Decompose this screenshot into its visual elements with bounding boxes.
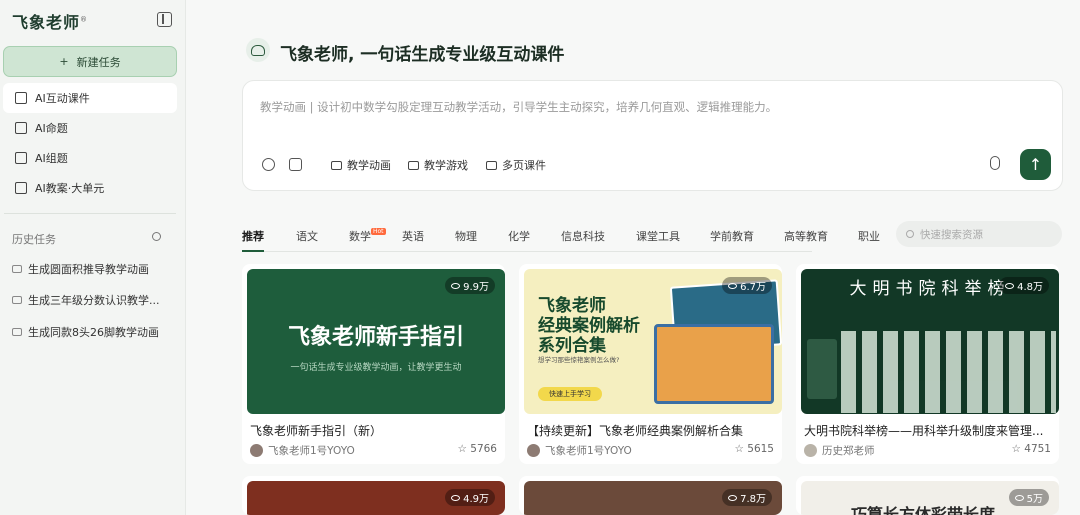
thumb-subtitle: 一句话生成专业级教学动画，让教学更生动 xyxy=(290,363,462,373)
tab-math[interactable]: 数学 xyxy=(349,228,371,244)
prompt-input[interactable]: 教学动画 | 设计初中数学勾股定理互动教学活动，引导学生主动探究，培养几何直观、… xyxy=(260,99,777,115)
image-icon xyxy=(15,152,27,164)
thumb-grid xyxy=(841,331,1056,413)
chat-icon xyxy=(12,328,22,336)
view-count: 6.7万 xyxy=(722,277,772,294)
resource-card[interactable]: 飞象老师新手指引 一句话生成专业级教学动画，让教学更生动 9.9万 飞象老师新手… xyxy=(242,264,505,464)
eye-icon xyxy=(728,494,738,501)
thumb-screenshot xyxy=(654,324,774,404)
eye-icon xyxy=(1014,494,1024,501)
history-item[interactable]: 生成三年级分数认识教学... xyxy=(12,292,172,308)
chat-icon xyxy=(12,296,22,304)
card-thumbnail: 7.8万 xyxy=(524,481,782,515)
search-icon xyxy=(906,230,914,238)
eye-icon xyxy=(451,494,461,501)
view-count: 4.8万 xyxy=(999,277,1049,294)
page-title: 飞象老师, 一句话生成专业级互动课件 xyxy=(280,45,565,65)
view-count: 7.8万 xyxy=(722,489,772,506)
chip-multipage-courseware[interactable]: 多页课件 xyxy=(480,153,552,177)
card-thumbnail: 飞象老师新手指引 一句话生成专业级教学动画，让教学更生动 9.9万 xyxy=(247,269,505,414)
collapse-sidebar-icon[interactable] xyxy=(157,12,172,27)
resource-card[interactable]: 巧算长方体彩带长度 5万 xyxy=(796,476,1059,515)
card-author[interactable]: 飞象老师1号YOYO xyxy=(527,443,632,458)
image-upload-icon[interactable] xyxy=(289,158,302,171)
tab-higher-ed[interactable]: 高等教育 xyxy=(784,228,828,244)
tab-it[interactable]: 信息科技 xyxy=(561,228,605,244)
prompt-composer[interactable]: 教学动画 | 设计初中数学勾股定理互动教学活动，引导学生主动探究，培养几何直观、… xyxy=(242,80,1063,191)
hot-badge: Hot xyxy=(371,228,386,235)
nav-ai-questions[interactable]: AI命题 xyxy=(3,113,177,143)
history-search-icon[interactable] xyxy=(152,232,161,241)
category-tabs: 推荐 语文 数学 英语 物理 化学 信息科技 课堂工具 学前教育 高等教育 职业 xyxy=(242,222,880,252)
resource-search-input[interactable]: 快速搜索资源 xyxy=(896,221,1062,247)
history-item[interactable]: 生成圆面积推导教学动画 xyxy=(12,261,172,277)
animation-icon xyxy=(331,160,342,170)
chip-teaching-game[interactable]: 教学游戏 xyxy=(402,153,474,177)
logo[interactable]: 飞象老师® xyxy=(12,9,88,33)
tab-physics[interactable]: 物理 xyxy=(455,228,477,244)
send-button[interactable]: ↑ xyxy=(1020,149,1051,180)
tab-recommend[interactable]: 推荐 xyxy=(242,228,264,244)
view-count: 4.9万 xyxy=(445,489,495,506)
chat-icon xyxy=(12,265,22,273)
thumb-title-line: 系列合集 xyxy=(538,336,606,356)
pages-icon xyxy=(486,160,497,170)
eye-icon xyxy=(451,282,461,289)
eye-icon xyxy=(1005,282,1015,289)
book-icon xyxy=(15,182,27,194)
sidebar: 飞象老师® + 新建任务 AI互动课件 AI命题 AI组题 AI教案·大单元 历… xyxy=(0,0,186,515)
thumb-subtitle: 想学习那些惊艳案例怎么做? xyxy=(538,356,620,364)
avatar xyxy=(804,444,817,457)
card-thumbnail: 4.9万 xyxy=(247,481,505,515)
history-item[interactable]: 生成同款8头26脚教学动画 xyxy=(12,324,172,340)
gamepad-icon xyxy=(408,160,419,170)
active-tab-indicator xyxy=(242,250,264,252)
chip-teaching-animation[interactable]: 教学动画 xyxy=(325,153,397,177)
attachment-icon[interactable] xyxy=(262,158,275,171)
thumb-button: 快速上手学习 xyxy=(538,387,602,401)
arrow-up-icon: ↑ xyxy=(1028,155,1043,174)
history-title: 历史任务 xyxy=(12,233,56,246)
new-task-button[interactable]: + 新建任务 xyxy=(3,46,177,77)
tab-chinese[interactable]: 语文 xyxy=(296,228,318,244)
view-count: 9.9万 xyxy=(445,277,495,294)
eye-icon xyxy=(728,282,738,289)
card-title[interactable]: 大明书院科举榜——用科举升级制度来管理... xyxy=(804,422,1054,439)
list-icon xyxy=(15,122,27,134)
avatar xyxy=(527,444,540,457)
nav-ai-lesson-plan[interactable]: AI教案·大单元 xyxy=(3,173,177,203)
like-count[interactable]: ☆ 4751 xyxy=(1012,443,1052,455)
view-count: 5万 xyxy=(1008,489,1049,506)
resource-card[interactable]: 4.9万 xyxy=(242,476,505,515)
card-thumbnail: 大明书院科举榜 4.8万 xyxy=(801,269,1059,414)
resource-card[interactable]: 7.8万 xyxy=(519,476,782,515)
card-thumbnail: 巧算长方体彩带长度 5万 xyxy=(801,481,1059,515)
card-author[interactable]: 飞象老师1号YOYO xyxy=(250,443,355,458)
thumb-title: 巧算长方体彩带长度 xyxy=(851,505,996,515)
resource-card[interactable]: 大明书院科举榜 4.8万 大明书院科举榜——用科举升级制度来管理... 历史郑老… xyxy=(796,264,1059,464)
like-count[interactable]: ☆ 5766 xyxy=(458,443,498,455)
card-author[interactable]: 历史郑老师 xyxy=(804,443,875,458)
plus-icon: + xyxy=(59,55,69,68)
card-title[interactable]: 飞象老师新手指引（新） xyxy=(250,422,500,439)
thumb-panel xyxy=(807,339,837,399)
tab-vocational[interactable]: 职业 xyxy=(858,228,880,244)
brand-icon xyxy=(246,38,270,62)
like-count[interactable]: ☆ 5615 xyxy=(735,443,775,455)
courseware-icon xyxy=(15,92,27,104)
nav-ai-courseware[interactable]: AI互动课件 xyxy=(3,83,177,113)
tab-chemistry[interactable]: 化学 xyxy=(508,228,530,244)
tab-preschool[interactable]: 学前教育 xyxy=(710,228,754,244)
sidebar-divider xyxy=(4,213,176,214)
tab-english[interactable]: 英语 xyxy=(402,228,424,244)
card-thumbnail: 飞象老师 经典案例解析 系列合集 想学习那些惊艳案例怎么做? 快速上手学习 6.… xyxy=(524,269,782,414)
thumb-title: 飞象老师新手指引 xyxy=(287,324,464,350)
resource-card[interactable]: 飞象老师 经典案例解析 系列合集 想学习那些惊艳案例怎么做? 快速上手学习 6.… xyxy=(519,264,782,464)
card-title[interactable]: 【持续更新】飞象老师经典案例解析合集 xyxy=(527,422,777,439)
microphone-icon[interactable] xyxy=(990,156,1000,170)
avatar xyxy=(250,444,263,457)
nav-ai-compose[interactable]: AI组题 xyxy=(3,143,177,173)
tab-classroom-tools[interactable]: 课堂工具 xyxy=(636,228,680,244)
